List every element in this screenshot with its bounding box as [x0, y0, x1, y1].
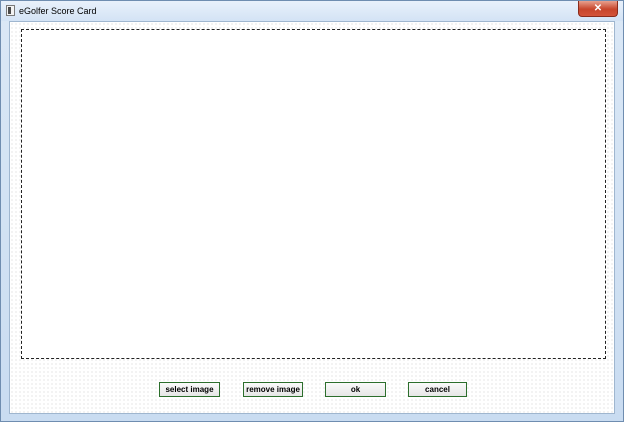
select-image-button[interactable]: select image [159, 382, 220, 397]
image-display-panel [21, 29, 606, 359]
app-window-icon[interactable] [6, 5, 15, 16]
close-icon: ✕ [593, 2, 603, 14]
title-bar[interactable]: eGolfer Score Card ✕ [1, 1, 623, 21]
form-client-area: select image remove image ok cancel [9, 21, 615, 414]
ok-button[interactable]: ok [325, 382, 386, 397]
app-window: eGolfer Score Card ✕ select image remove… [0, 0, 624, 422]
close-button[interactable]: ✕ [578, 1, 618, 17]
remove-image-button[interactable]: remove image [243, 382, 303, 397]
window-title: eGolfer Score Card [19, 6, 97, 16]
cancel-button[interactable]: cancel [408, 382, 467, 397]
